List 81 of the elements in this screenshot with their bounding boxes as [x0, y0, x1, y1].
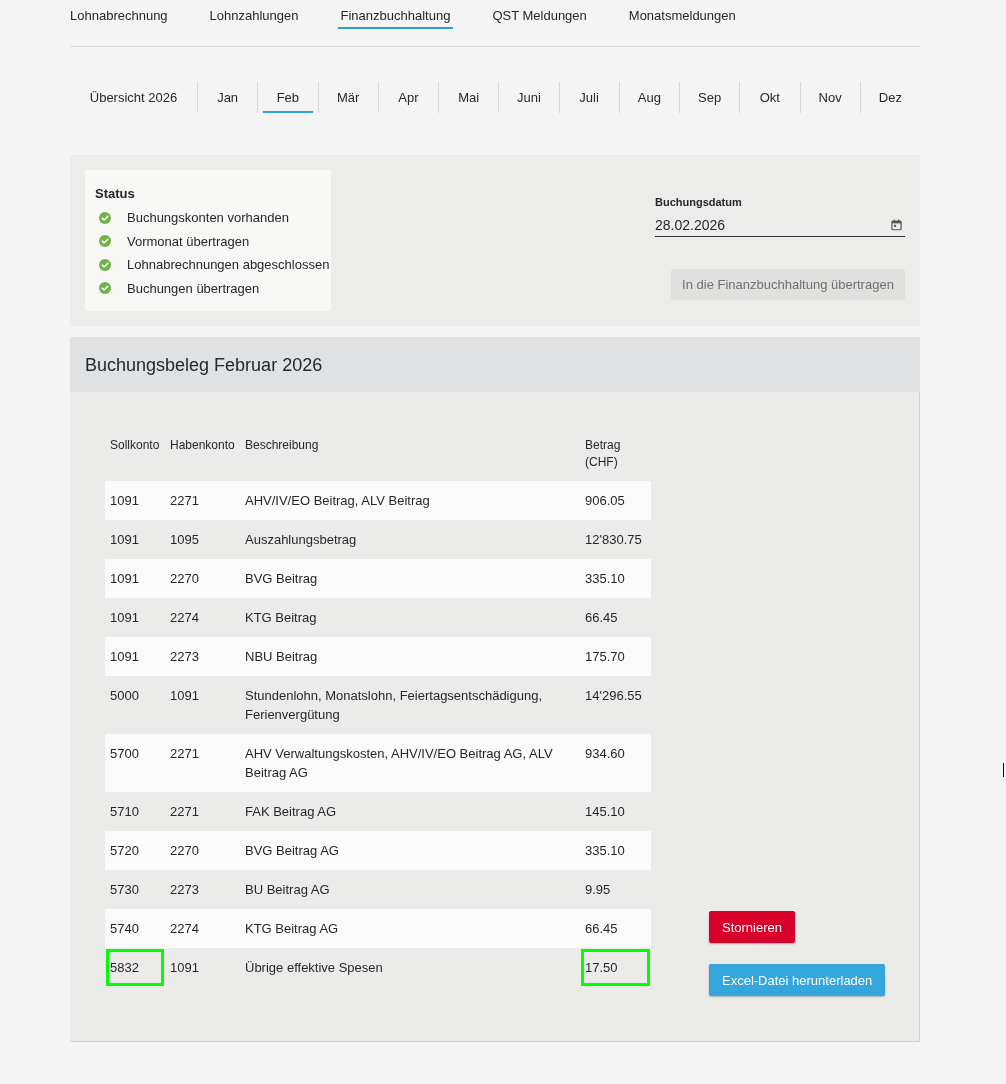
month-tab[interactable]: Sep	[679, 82, 740, 113]
cancel-button[interactable]: Stornieren	[709, 911, 795, 943]
table-cell: 5700	[105, 734, 165, 792]
table-cell: 1091	[165, 676, 240, 734]
table-cell: Übrige effektive Spesen	[240, 948, 580, 987]
status-label: Vormonat übertragen	[127, 232, 250, 250]
date-field[interactable]: 28.02.2026	[655, 215, 905, 237]
table-cell: 2271	[165, 734, 240, 792]
table-cell: BU Beitrag AG	[240, 870, 580, 909]
table-cell: 5720	[105, 831, 165, 870]
calendar-icon[interactable]	[891, 218, 902, 231]
month-tab[interactable]: Mai	[438, 82, 499, 113]
month-tab[interactable]: Juli	[558, 82, 619, 113]
table-cell: AHV/IV/EO Beitrag, ALV Beitrag	[240, 481, 580, 520]
month-tab[interactable]: Mär	[317, 82, 378, 113]
month-tab[interactable]: Feb	[257, 82, 318, 113]
table-cell: 1095	[165, 520, 240, 559]
table-cell: 2273	[165, 637, 240, 676]
status-label: Buchungskonten vorhanden	[127, 209, 289, 227]
table-cell: 145.10	[580, 792, 651, 831]
table-cell: 1091	[105, 520, 165, 559]
status-label: Buchungen übertragen	[127, 279, 260, 297]
table-cell: FAK Beitrag AG	[240, 792, 580, 831]
main-nav-tab[interactable]: Lohnzahlungen	[206, 7, 302, 29]
table-cell: Stundenlohn, Monatslohn, Feiertagsentschädigung, Ferienvergütung	[240, 676, 580, 734]
status-title: Status	[95, 186, 136, 202]
table-cell: 934.60	[580, 734, 651, 792]
table-cell: 2271	[165, 792, 240, 831]
table-cell: 1091	[105, 559, 165, 598]
table-cell: 66.45	[580, 909, 651, 948]
table-cell: 2270	[165, 831, 240, 870]
main-nav-tab[interactable]: QST Meldungen	[489, 7, 590, 29]
main-nav-tab[interactable]: Monatsmeldungen	[625, 7, 739, 29]
column-header: Beschreibung	[240, 434, 580, 481]
month-tab[interactable]: Juni	[498, 82, 559, 113]
table-cell: 9.95	[580, 870, 651, 909]
table-cell: 5710	[105, 792, 165, 831]
table-cell: AHV Verwaltungskosten, AHV/IV/EO Beitrag AG, ALV Beitrag AG	[240, 734, 580, 792]
table-cell: 2270	[165, 559, 240, 598]
voucher-title: Buchungsbeleg Februar 2026	[85, 353, 323, 376]
table-cell: 17.50	[580, 948, 651, 987]
table-cell: 2274	[165, 909, 240, 948]
table-cell: 175.70	[580, 637, 651, 676]
table-cell: 1091	[105, 481, 165, 520]
month-tab[interactable]: Apr	[377, 82, 438, 113]
table-cell: 5740	[105, 909, 165, 948]
status-label: Lohnabrechnungen abgeschlossen	[127, 256, 330, 274]
table-cell: 66.45	[580, 598, 651, 637]
month-tab[interactable]: Okt	[739, 82, 800, 113]
field-label: Buchungsdatum	[655, 195, 742, 209]
main-nav-tab[interactable]: Finanzbuchhaltung	[337, 7, 454, 29]
table-cell: BVG Beitrag	[240, 559, 580, 598]
month-tab[interactable]: Übersicht 2026	[70, 82, 197, 113]
table-cell: KTG Beitrag AG	[240, 909, 580, 948]
table-cell: 1091	[105, 637, 165, 676]
table-cell: 335.10	[580, 831, 651, 870]
table-cell: 1091	[165, 948, 240, 987]
table-cell: 12'830.75	[580, 520, 651, 559]
text-cursor-icon	[1002, 763, 1005, 777]
column-header: Habenkonto	[165, 434, 240, 481]
table-cell: 335.10	[580, 559, 651, 598]
table-cell: 5730	[105, 870, 165, 909]
table-cell: 906.05	[580, 481, 651, 520]
table-cell: 14'296.55	[580, 676, 651, 734]
column-header: Betrag (CHF)	[580, 434, 651, 481]
table-cell: KTG Beitrag	[240, 598, 580, 637]
main-nav-tab[interactable]: Lohnabrechnung	[67, 7, 171, 29]
column-header: Sollkonto	[105, 434, 165, 481]
table-cell: 5832	[105, 948, 165, 987]
table-cell: 2274	[165, 598, 240, 637]
month-tab[interactable]: Jan	[197, 82, 258, 113]
table-cell: 5000	[105, 676, 165, 734]
table-cell: 2271	[165, 481, 240, 520]
table-cell: Auszahlungsbetrag	[240, 520, 580, 559]
month-tab[interactable]: Dez	[859, 82, 920, 113]
table-cell: 2273	[165, 870, 240, 909]
table-cell: 1091	[105, 598, 165, 637]
table-cell: BVG Beitrag AG	[240, 831, 580, 870]
month-tab[interactable]: Aug	[618, 82, 679, 113]
month-tab[interactable]: Nov	[799, 82, 860, 113]
table-cell: NBU Beitrag	[240, 637, 580, 676]
